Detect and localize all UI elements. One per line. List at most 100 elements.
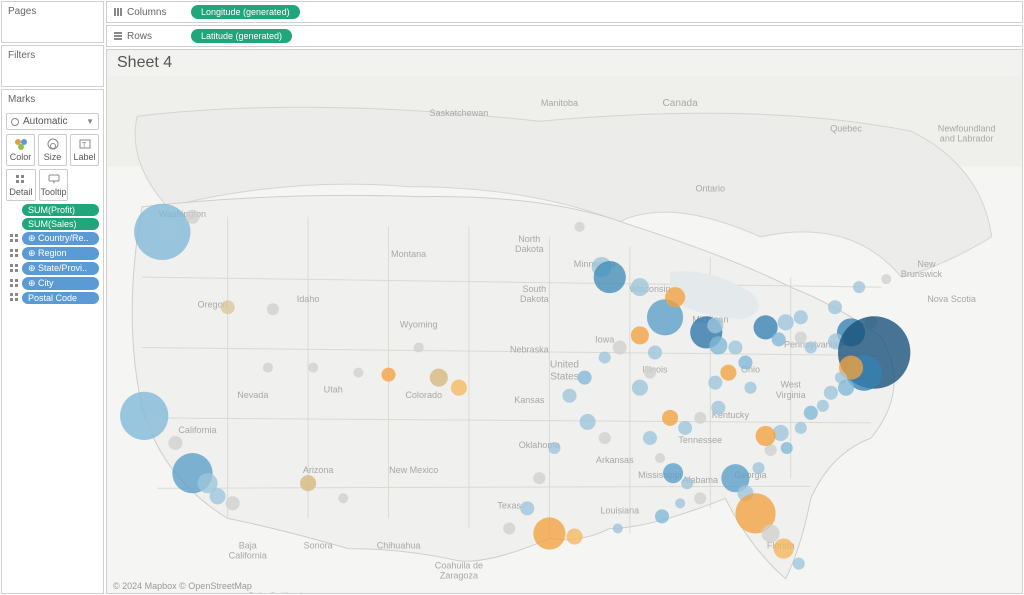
marks-pill-0[interactable]: SUM(Profit) [22,204,99,216]
data-mark[interactable] [613,523,623,533]
data-mark[interactable] [575,222,585,232]
data-mark[interactable] [308,363,318,373]
data-mark[interactable] [159,219,179,239]
data-mark[interactable] [226,496,240,510]
data-mark[interactable] [795,422,807,434]
size-button[interactable]: Size [38,134,67,166]
data-mark[interactable] [631,278,649,296]
data-mark[interactable] [533,517,565,549]
data-mark[interactable] [648,345,662,359]
data-mark[interactable] [678,421,692,435]
data-mark[interactable] [681,477,693,489]
data-mark[interactable] [781,442,793,454]
data-mark[interactable] [817,400,829,412]
data-mark[interactable] [567,528,583,544]
circle-icon [11,118,19,126]
marks-pill-4[interactable]: ⊕ State/Provi.. [22,262,99,275]
data-mark[interactable] [548,442,560,454]
data-mark[interactable] [795,331,807,343]
data-mark[interactable] [762,524,780,542]
data-mark[interactable] [120,392,168,440]
data-mark[interactable] [838,380,854,396]
data-mark[interactable] [599,432,611,444]
data-mark[interactable] [644,367,656,379]
marks-pill-5[interactable]: ⊕ City [22,277,99,290]
data-mark[interactable] [675,498,685,508]
data-mark[interactable] [707,317,723,333]
data-mark[interactable] [824,386,838,400]
data-mark[interactable] [828,300,842,314]
data-mark[interactable] [694,492,706,504]
map-viz[interactable]: CanadaSaskatchewanManitobaQuebecOntarioN… [107,76,1022,594]
data-mark[interactable] [300,475,316,491]
data-mark[interactable] [338,493,348,503]
data-mark[interactable] [794,310,808,324]
data-mark[interactable] [632,380,648,396]
marks-type-dropdown[interactable]: Automatic ▼ [6,113,99,130]
data-mark[interactable] [805,341,817,353]
data-mark[interactable] [144,414,164,434]
data-mark[interactable] [711,401,725,415]
data-mark[interactable] [263,363,273,373]
data-mark[interactable] [793,558,805,570]
data-mark[interactable] [613,340,627,354]
data-mark[interactable] [578,371,592,385]
data-mark[interactable] [520,501,534,515]
data-mark[interactable] [853,281,865,293]
marks-pill-6[interactable]: Postal Code [22,292,99,304]
tooltip-button[interactable]: Tooltip [39,169,69,201]
marks-pill-3[interactable]: ⊕ Region [22,247,99,260]
data-mark[interactable] [414,342,424,352]
data-mark[interactable] [594,261,626,293]
data-mark[interactable] [774,539,794,559]
rows-pill[interactable]: Latitude (generated) [191,29,292,43]
data-mark[interactable] [599,352,611,364]
data-mark[interactable] [738,356,752,370]
data-mark[interactable] [631,326,649,344]
marks-panel-header: Marks [2,90,103,109]
data-mark[interactable] [708,376,722,390]
sheet-title[interactable]: Sheet 4 [117,54,172,72]
data-mark[interactable] [168,436,182,450]
label-button[interactable]: T Label [70,134,99,166]
detail-button[interactable]: Detail [6,169,36,201]
columns-icon [113,7,123,17]
data-mark[interactable] [655,453,665,463]
data-mark[interactable] [662,410,678,426]
data-mark[interactable] [267,303,279,315]
rows-shelf[interactable]: Rows Latitude (generated) [106,25,1023,47]
data-mark[interactable] [881,274,891,284]
data-mark[interactable] [503,522,515,534]
data-mark[interactable] [756,426,776,446]
marks-pill-2[interactable]: ⊕ Country/Re.. [22,232,99,245]
data-mark[interactable] [720,365,736,381]
data-mark[interactable] [430,369,448,387]
data-mark[interactable] [694,412,706,424]
data-mark[interactable] [804,406,818,420]
marks-pill-1[interactable]: SUM(Sales) [22,218,99,230]
data-mark[interactable] [221,300,235,314]
data-mark[interactable] [728,340,742,354]
color-button[interactable]: Color [6,134,35,166]
columns-shelf[interactable]: Columns Longitude (generated) [106,1,1023,23]
data-mark[interactable] [772,332,786,346]
data-mark[interactable] [381,368,395,382]
columns-pill[interactable]: Longitude (generated) [191,5,300,19]
data-mark[interactable] [778,314,794,330]
data-mark[interactable] [744,382,756,394]
data-mark[interactable] [663,463,683,483]
data-mark[interactable] [753,462,765,474]
data-mark[interactable] [562,389,576,403]
marks-type-label: Automatic [23,116,67,127]
data-mark[interactable] [665,287,685,307]
data-mark[interactable] [353,368,363,378]
data-mark[interactable] [210,488,226,504]
data-mark[interactable] [709,336,727,354]
data-mark[interactable] [451,380,467,396]
data-mark[interactable] [655,509,669,523]
data-mark[interactable] [185,210,199,224]
data-mark[interactable] [533,472,545,484]
data-mark[interactable] [643,431,657,445]
data-mark[interactable] [580,414,596,430]
color-icon [14,138,28,150]
